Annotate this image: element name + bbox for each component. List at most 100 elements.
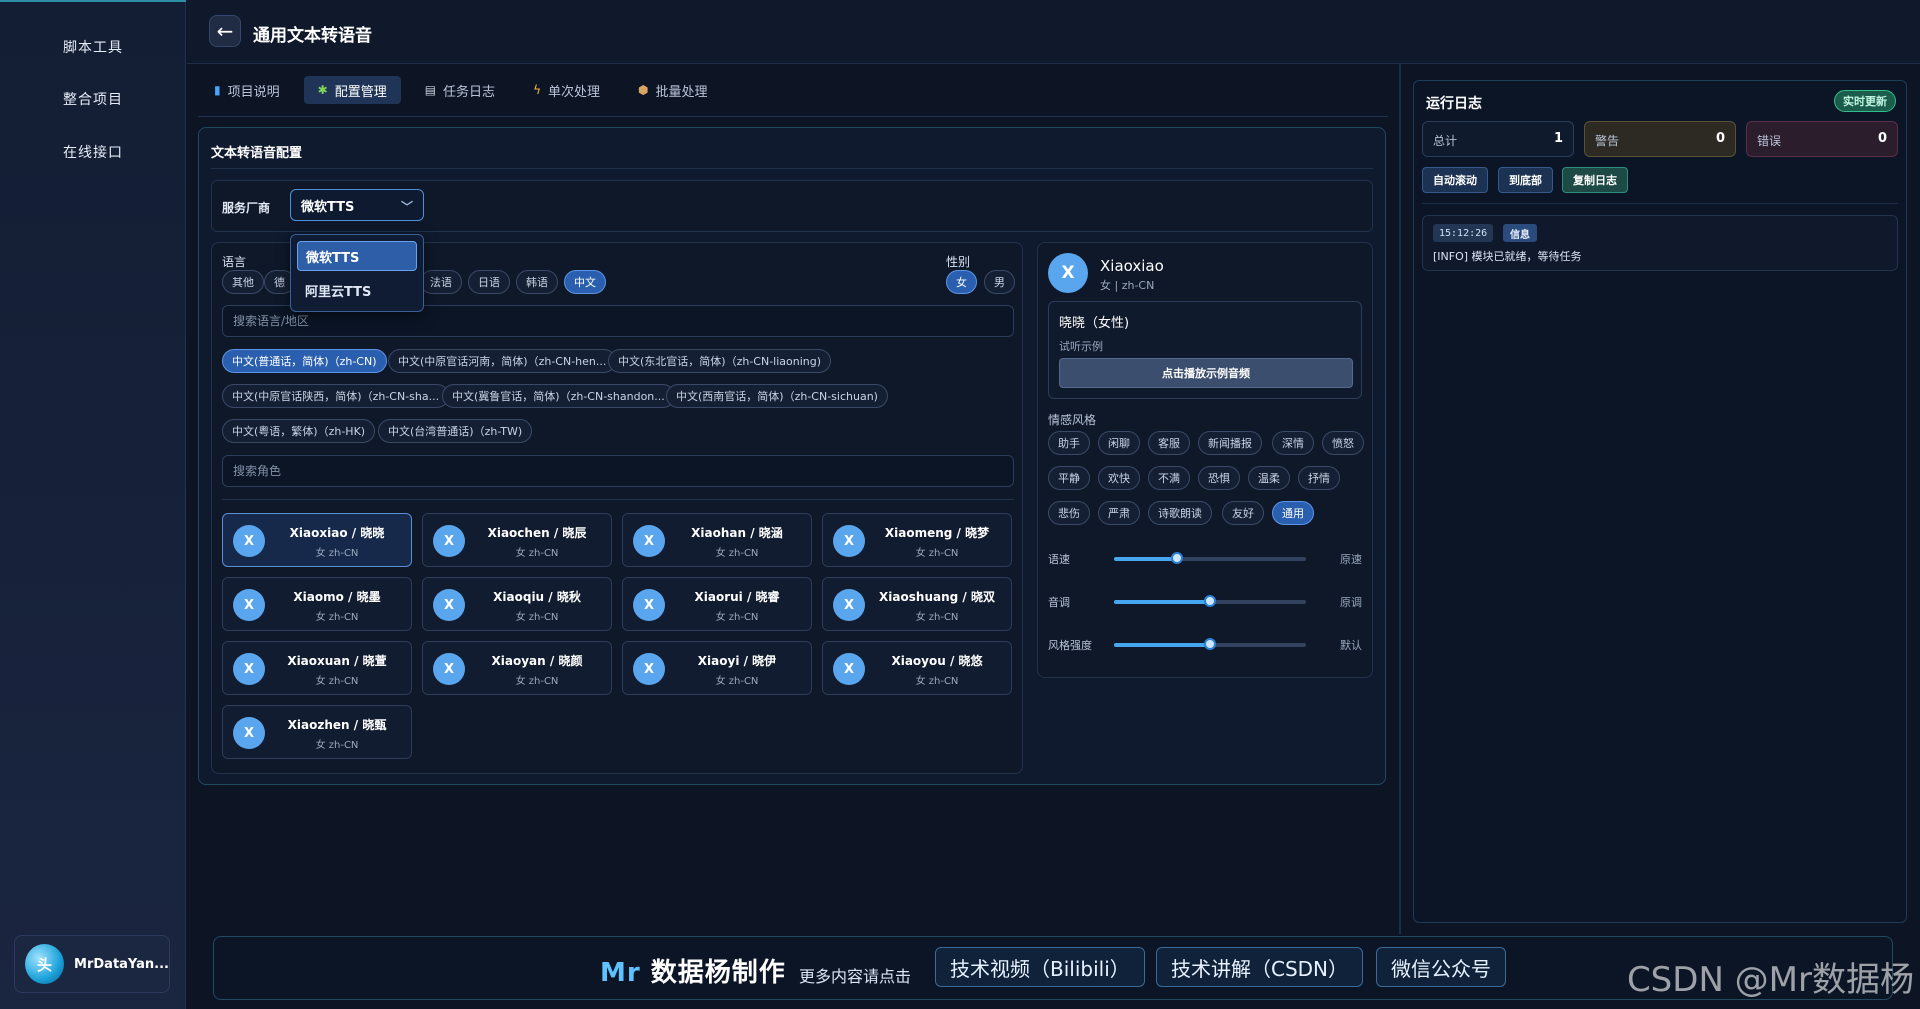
tab-batch[interactable]: ⬢ 批量处理 <box>624 76 722 104</box>
voice-card[interactable]: X Xiaohan / 晓涵 女 zh-CN <box>622 513 812 567</box>
voice-name: Xiaoshuang / 晓双 <box>879 590 995 604</box>
voice-card[interactable]: X Xiaomeng / 晓梦 女 zh-CN <box>822 513 1012 567</box>
slider-value: 原调 <box>1340 596 1362 609</box>
gender-label: 性别 <box>946 255 971 269</box>
preview-avatar: X <box>1048 253 1088 293</box>
voice-card[interactable]: X Xiaoyan / 晓颜 女 zh-CN <box>422 641 612 695</box>
csdn-link-button[interactable]: 技术讲解（CSDN） <box>1156 947 1364 987</box>
wechat-link-button[interactable]: 微信公众号 <box>1376 947 1506 987</box>
locale-chip[interactable]: 中文(粤语，繁体)（zh-HK) <box>222 419 376 443</box>
voice-card[interactable]: X Xiaomo / 晓墨 女 zh-CN <box>222 577 412 631</box>
language-chip-chinese[interactable]: 中文 <box>564 270 606 294</box>
emotion-chip[interactable]: 恐惧 <box>1198 466 1240 490</box>
vendor-option-aliyun[interactable]: 阿里云TTS <box>297 275 417 305</box>
emotion-chip[interactable]: 新闻播报 <box>1198 431 1262 455</box>
play-sample-button[interactable]: 点击播放示例音频 <box>1059 358 1353 388</box>
divider <box>211 168 1373 169</box>
locale-chip[interactable]: 中文(中原官话陕西，简体)（zh-CN-sha... <box>222 384 450 408</box>
emotion-chip[interactable]: 友好 <box>1222 501 1264 525</box>
slider-track[interactable] <box>1114 552 1306 564</box>
tab-task-log[interactable]: ▤ 任务日志 <box>411 76 509 104</box>
voice-card[interactable]: X Xiaoshuang / 晓双 女 zh-CN <box>822 577 1012 631</box>
emotion-chip[interactable]: 诗歌朗读 <box>1148 501 1212 525</box>
emotion-chip[interactable]: 闲聊 <box>1098 431 1140 455</box>
tab-project-info[interactable]: ▮ 项目说明 <box>200 76 294 104</box>
emotion-chip[interactable]: 欢快 <box>1098 466 1140 490</box>
emotion-chip[interactable]: 深情 <box>1272 431 1314 455</box>
slider-thumb[interactable] <box>1204 638 1216 650</box>
avatar: 头 <box>25 944 65 984</box>
header: ← 通用文本转语音 <box>187 0 1920 64</box>
locale-chip[interactable]: 中文(台湾普通话)（zh-TW) <box>378 419 533 443</box>
locale-chip[interactable]: 中文(中原官话河南，简体)（zh-CN-hen... <box>388 349 617 373</box>
locale-chip[interactable]: 中文(冀鲁官话，简体)（zh-CN-shandon... <box>442 384 675 408</box>
voice-avatar: X <box>633 589 665 621</box>
voice-card[interactable]: X Xiaoyou / 晓悠 女 zh-CN <box>822 641 1012 695</box>
voice-name: Xiaoxiao / 晓晓 <box>289 526 385 540</box>
stat-value: 0 <box>1715 131 1725 146</box>
emotion-chip[interactable]: 悲伤 <box>1048 501 1090 525</box>
vendor-option-microsoft[interactable]: 微软TTS <box>297 241 417 271</box>
copy-log-button[interactable]: 复制日志 <box>1562 167 1628 193</box>
user-card[interactable]: 头 MrDataYan... <box>14 935 170 993</box>
vendor-select[interactable]: 微软TTS ﹀ <box>290 189 424 221</box>
slider-value: 默认 <box>1340 639 1362 652</box>
slider-value: 原速 <box>1340 553 1362 566</box>
bolt-icon: ϟ <box>533 83 541 97</box>
sidebar-item-integration[interactable]: 整合项目 <box>0 89 186 109</box>
back-button[interactable]: ← <box>209 15 241 47</box>
bilibili-link-button[interactable]: 技术视频（Bilibili） <box>935 947 1145 987</box>
emotion-chip[interactable]: 助手 <box>1048 431 1090 455</box>
emotion-chip[interactable]: 不满 <box>1148 466 1190 490</box>
tab-config[interactable]: ✱ 配置管理 <box>303 76 401 104</box>
language-chip-korean[interactable]: 韩语 <box>516 270 558 294</box>
gender-chip-male[interactable]: 男 <box>984 270 1015 294</box>
voice-avatar: X <box>833 653 865 685</box>
voice-name: Xiaorui / 晓睿 <box>694 590 780 604</box>
language-chip-japanese[interactable]: 日语 <box>468 270 510 294</box>
role-search-input[interactable] <box>222 455 1014 487</box>
voice-meta: 女 zh-CN <box>715 548 759 559</box>
voice-meta: 女 zh-CN <box>315 676 359 687</box>
emotion-chip[interactable]: 通用 <box>1272 501 1314 525</box>
voice-card[interactable]: X Xiaoxuan / 晓萱 女 zh-CN <box>222 641 412 695</box>
voice-card[interactable]: X Xiaorui / 晓睿 女 zh-CN <box>622 577 812 631</box>
emotion-chip[interactable]: 温柔 <box>1248 466 1290 490</box>
slider-track[interactable] <box>1114 638 1306 650</box>
slider-track[interactable] <box>1114 595 1306 607</box>
log-timestamp: 15:12:26 <box>1433 224 1494 242</box>
voice-card[interactable]: X Xiaoxiao / 晓晓 女 zh-CN <box>222 513 412 567</box>
voice-card[interactable]: X Xiaoqiu / 晓秋 女 zh-CN <box>422 577 612 631</box>
voice-card[interactable]: X Xiaochen / 晓辰 女 zh-CN <box>422 513 612 567</box>
voice-meta: 女 zh-CN <box>915 548 959 559</box>
language-chip-other[interactable]: 其他 <box>222 270 264 294</box>
log-entry: 15:12:26 信息 [INFO] 模块已就绪，等待任务 <box>1422 215 1898 271</box>
gender-chip-female[interactable]: 女 <box>946 270 977 294</box>
voice-meta: 女 zh-CN <box>315 612 359 623</box>
voice-card[interactable]: X Xiaozhen / 晓甄 女 zh-CN <box>222 705 412 759</box>
locale-chip[interactable]: 中文(普通话，简体)（zh-CN) <box>222 349 387 373</box>
locale-chip[interactable]: 中文(东北官话，简体)（zh-CN-liaoning) <box>608 349 832 373</box>
language-chip-french[interactable]: 法语 <box>420 270 462 294</box>
tab-single[interactable]: ϟ 单次处理 <box>519 76 614 104</box>
emotion-chip[interactable]: 平静 <box>1048 466 1090 490</box>
voice-avatar: X <box>433 525 465 557</box>
voice-card[interactable]: X Xiaoyi / 晓伊 女 zh-CN <box>622 641 812 695</box>
auto-scroll-button[interactable]: 自动滚动 <box>1422 167 1488 193</box>
slider-fill <box>1114 643 1210 647</box>
slider-thumb[interactable] <box>1204 595 1216 607</box>
slider-thumb[interactable] <box>1171 552 1184 564</box>
emotion-chip[interactable]: 客服 <box>1148 431 1190 455</box>
log-level-badge: 信息 <box>1503 224 1537 242</box>
emotion-chip[interactable]: 抒情 <box>1298 466 1340 490</box>
sidebar-item-online-api[interactable]: 在线接口 <box>0 142 186 162</box>
locale-chip[interactable]: 中文(西南官话，简体)（zh-CN-sichuan) <box>666 384 888 408</box>
sidebar-item-script-tools[interactable]: 脚本工具 <box>0 37 186 57</box>
emotion-chip[interactable]: 严肃 <box>1098 501 1140 525</box>
scroll-bottom-button[interactable]: 到底部 <box>1498 167 1553 193</box>
tab-label: 配置管理 <box>334 84 387 100</box>
emotion-chip[interactable]: 愤怒 <box>1322 431 1364 455</box>
brand-mr: Mr <box>600 958 641 988</box>
card-title: 文本转语音配置 <box>211 146 303 161</box>
voice-name: Xiaomeng / 晓梦 <box>884 526 990 540</box>
